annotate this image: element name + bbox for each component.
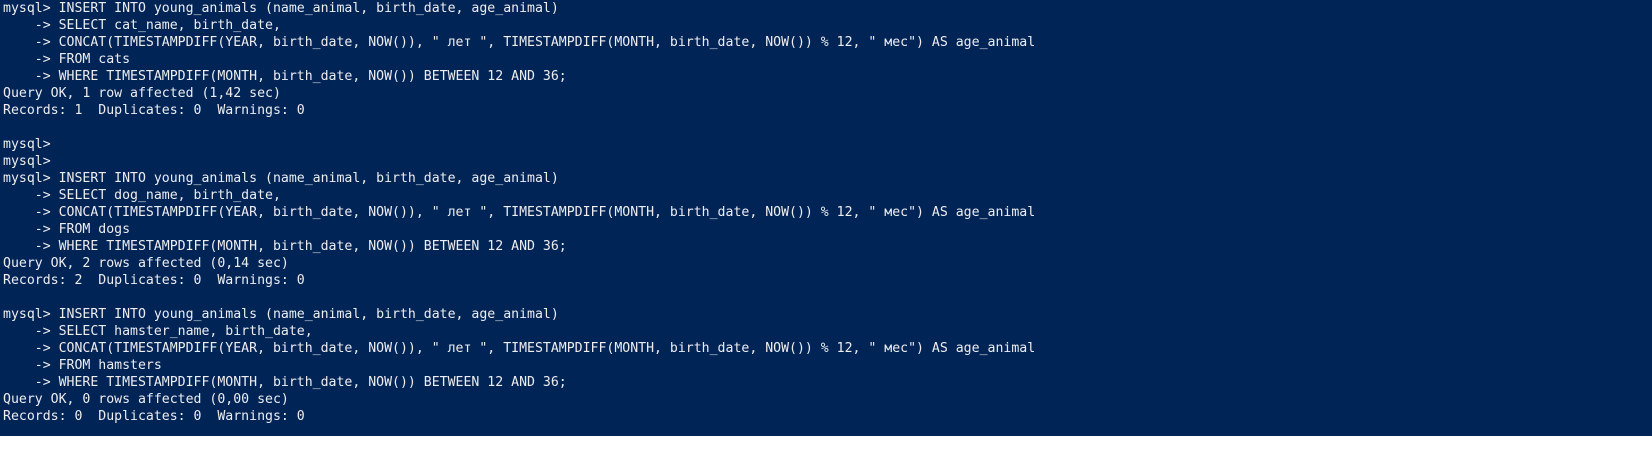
window-bottom-edge [0,436,1652,453]
console-line-continuation: -> FROM cats [3,52,131,67]
console-line-continuation: -> WHERE TIMESTAMPDIFF(MONTH, birth_date… [3,69,567,84]
console-line-output: Records: 2 Duplicates: 0 Warnings: 0 [3,273,305,288]
console-line-continuation: -> WHERE TIMESTAMPDIFF(MONTH, birth_date… [3,375,567,390]
console-line-continuation: -> CONCAT(TIMESTAMPDIFF(YEAR, birth_date… [3,35,1036,50]
console-line-output: Records: 0 Duplicates: 0 Warnings: 0 [3,409,305,424]
console-line-prompt: mysql> INSERT INTO young_animals (name_a… [3,307,559,322]
console-line-prompt: mysql> INSERT INTO young_animals (name_a… [3,1,559,16]
console-line-output: Query OK, 1 row affected (1,42 sec) [3,86,281,101]
console-line-continuation: -> SELECT dog_name, birth_date, [3,188,281,203]
console-line-continuation: -> SELECT cat_name, birth_date, [3,18,281,33]
console-line-prompt: mysql> [3,137,51,152]
console-line-prompt: mysql> INSERT INTO young_animals (name_a… [3,171,559,186]
console-line-continuation: -> FROM dogs [3,222,131,237]
console-line-continuation: -> WHERE TIMESTAMPDIFF(MONTH, birth_date… [3,239,567,254]
console-line-output: Query OK, 0 rows affected (0,00 sec) [3,392,289,407]
console-line-output: Query OK, 2 rows affected (0,14 sec) [3,256,289,271]
console-line-continuation: -> FROM hamsters [3,358,162,373]
console-line-continuation: -> CONCAT(TIMESTAMPDIFF(YEAR, birth_date… [3,341,1036,356]
console-line-output: Records: 1 Duplicates: 0 Warnings: 0 [3,103,305,118]
console-line-continuation: -> SELECT hamster_name, birth_date, [3,324,313,339]
console-line-continuation: -> CONCAT(TIMESTAMPDIFF(YEAR, birth_date… [3,205,1036,220]
terminal-console[interactable]: mysql> INSERT INTO young_animals (name_a… [0,0,1652,453]
console-line-prompt: mysql> [3,154,51,169]
